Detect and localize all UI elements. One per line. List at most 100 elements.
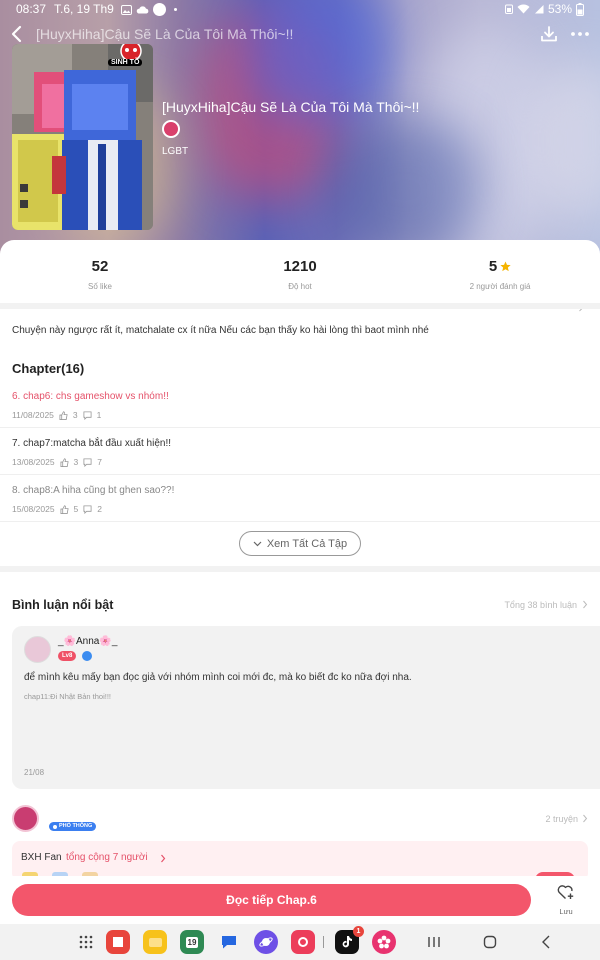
- divider: [0, 566, 600, 572]
- battery-percent: 53%: [547, 2, 572, 16]
- author-profile-avatar[interactable]: [12, 805, 39, 832]
- chapter-comments: 7: [97, 457, 103, 467]
- app-drawer-icon[interactable]: [79, 935, 93, 949]
- story-title: [HuyxHiha]Cậu Sẽ Là Của Tôi Mà Thôi~!!: [162, 99, 420, 115]
- signal-icon: [534, 5, 544, 14]
- camera-app-icon[interactable]: [291, 930, 315, 954]
- commenter-avatar[interactable]: [24, 636, 51, 663]
- chapter-comments: 2: [97, 504, 103, 514]
- music-note-icon: [342, 936, 352, 948]
- save-label: Lưu: [559, 907, 573, 916]
- download-icon[interactable]: [540, 25, 558, 43]
- likes-count: 52: [91, 258, 109, 275]
- heart-plus-icon: [557, 885, 574, 900]
- all-comments-link[interactable]: Tổng 38 bình luận: [504, 600, 588, 610]
- comment-text: để mình kêu mấy bạn đọc giả với nhóm mìn…: [24, 672, 412, 683]
- comment-chapter[interactable]: chap11:Đi Nhật Bản thoi!!!: [24, 692, 111, 701]
- home-icon[interactable]: [483, 935, 497, 949]
- nav-back-icon[interactable]: [541, 935, 551, 949]
- badge-icon: [53, 824, 57, 829]
- likes-label: Số like: [87, 282, 112, 291]
- comment-icon: [83, 504, 92, 514]
- comment-icon: [83, 457, 92, 467]
- star-icon: [500, 261, 511, 272]
- battery-icon: [576, 2, 584, 16]
- chevron-down-icon: [253, 541, 262, 546]
- chapter-title: 6. chap6: chs gameshow vs nhóm!!: [12, 391, 169, 402]
- calendar-app-icon[interactable]: 19: [180, 930, 204, 954]
- fan-ranking-total[interactable]: tổng cộng 7 người: [66, 852, 148, 863]
- rating-stat[interactable]: 5 2 người đánh giá: [400, 258, 600, 291]
- story-genre-tag[interactable]: LGBT: [162, 146, 188, 157]
- thumbs-up-icon: [60, 504, 69, 514]
- small-dot-icon: [174, 8, 177, 11]
- featured-comments-heading: Bình luận nổi bật: [12, 598, 114, 612]
- author-tier-badge: PHỔ THÔNG: [49, 822, 97, 831]
- fan-ranking-card[interactable]: BXH Fan tổng cộng 7 người: [12, 841, 588, 881]
- hotness-stat: 1210 Độ hot: [200, 258, 400, 291]
- nav-divider: [323, 936, 324, 948]
- status-bar: 08:37 T.6, 19 Th9 53%: [0, 0, 600, 18]
- author-avatar[interactable]: [162, 120, 180, 138]
- folder-app-icon[interactable]: [143, 930, 167, 954]
- messages-app-icon[interactable]: [217, 930, 241, 954]
- author-stories-link[interactable]: 2 truyện: [545, 814, 588, 824]
- divider: [0, 303, 600, 309]
- cover-badge: SINH TỒ: [106, 44, 153, 70]
- story-hero: 08:37 T.6, 19 Th9 53% [HuyxHiha]Cậu Sẽ L…: [0, 0, 600, 262]
- status-right-icons: 53%: [504, 2, 584, 16]
- flipboard-app-icon[interactable]: [106, 930, 130, 954]
- rating-value: 5: [488, 258, 498, 275]
- verified-icon: [82, 651, 92, 661]
- battery-lock-icon: [504, 4, 513, 14]
- calendar-day: 19: [185, 936, 199, 948]
- chevron-right-icon: [583, 600, 588, 609]
- see-all-label: Xem Tất Cả Tập: [266, 537, 348, 550]
- cover-badge-text: SINH TỒ: [108, 59, 143, 66]
- author-story-count: 2 truyện: [545, 814, 578, 824]
- commenter-level-badge: Lv8: [58, 651, 77, 661]
- thumbs-up-icon: [59, 410, 68, 420]
- chapter-item[interactable]: 6. chap6: chs gameshow vs nhóm!! 11/08/2…: [0, 381, 600, 428]
- header-title: [HuyxHiha]Cậu Sẽ Là Của Tôi Mà Thôi~!!: [36, 26, 294, 42]
- system-navigation-bar: 19 1: [0, 924, 600, 960]
- fan-ranking-label: BXH Fan: [21, 852, 62, 863]
- chapter-date: 15/08/2025: [12, 504, 55, 514]
- flower-app-icon[interactable]: [372, 930, 396, 954]
- chapter-heading: Chapter(16): [12, 361, 85, 376]
- commenter-name[interactable]: _🌸Anna🌸_: [58, 636, 117, 647]
- story-cover-image[interactable]: SINH TỒ: [12, 44, 153, 230]
- tiktok-app-icon[interactable]: 1: [335, 926, 364, 954]
- chapter-title: 7. chap7:matcha bắt đầu xuất hiện!!: [12, 438, 171, 449]
- hotness-count: 1210: [283, 258, 317, 275]
- hotness-label: Độ hot: [288, 282, 312, 291]
- chapter-comments: 1: [96, 410, 102, 420]
- recent-apps-icon[interactable]: [427, 936, 441, 948]
- chevron-right-icon: [161, 854, 166, 863]
- back-arrow-icon[interactable]: [10, 25, 26, 43]
- chapter-likes: 3: [73, 457, 79, 467]
- save-button[interactable]: Lưu: [552, 884, 580, 916]
- comment-icon: [83, 410, 92, 420]
- featured-comment-card[interactable]: _🌸Anna🌸_ Lv8 để mình kêu mấy bạn đọc giả…: [12, 626, 600, 789]
- see-all-chapters-button[interactable]: Xem Tất Cả Tập: [239, 531, 361, 556]
- planet-icon: [259, 937, 273, 947]
- white-dot-icon: [153, 3, 166, 16]
- chapter-likes: 3: [72, 410, 78, 420]
- story-stats: 52 Số like 1210 Độ hot 5 2 người đánh gi…: [0, 258, 600, 312]
- thumbs-up-icon: [60, 457, 69, 467]
- chapter-title: 8. chap8:A hiha cũng bt ghen sao??!: [12, 485, 175, 496]
- status-date: T.6, 19 Th9: [54, 2, 114, 16]
- story-detail-sheet: 52 Số like 1210 Độ hot 5 2 người đánh gi…: [0, 240, 600, 960]
- chapter-likes: 5: [73, 504, 79, 514]
- flower-icon: [377, 935, 391, 949]
- more-options-icon[interactable]: [570, 25, 590, 43]
- rating-label: 2 người đánh giá: [469, 282, 531, 291]
- chapter-date: 11/08/2025: [12, 410, 54, 420]
- chapter-item[interactable]: 7. chap7:matcha bắt đầu xuất hiện!! 13/0…: [0, 428, 600, 475]
- chapter-item[interactable]: 8. chap8:A hiha cũng bt ghen sao??! 15/0…: [0, 475, 600, 522]
- continue-reading-button[interactable]: Đọc tiếp Chap.6: [12, 884, 531, 916]
- gallery-icon: [121, 4, 132, 15]
- chat-bubble-icon: [222, 936, 236, 949]
- browser-app-icon[interactable]: [254, 930, 278, 954]
